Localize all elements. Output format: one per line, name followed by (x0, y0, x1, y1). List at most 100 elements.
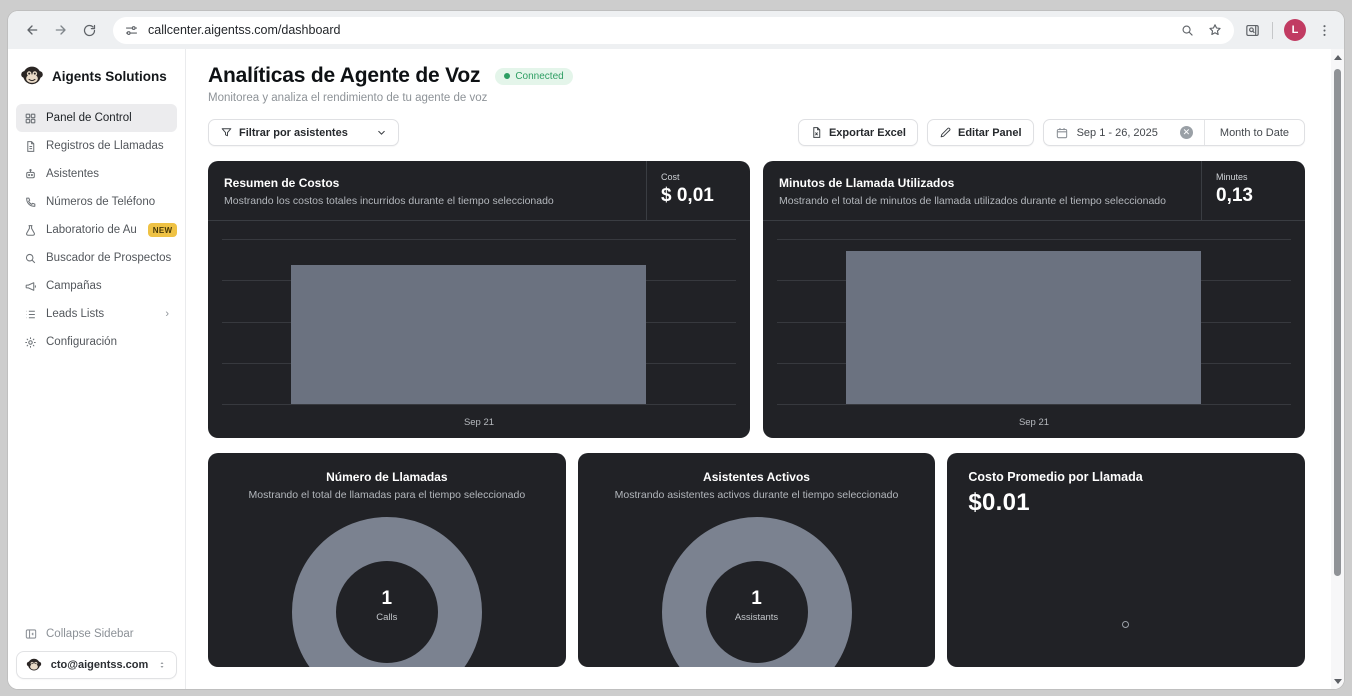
minutes-used-card: Minutos de Llamada Utilizados Mostrando … (763, 161, 1305, 438)
chevron-down-icon (376, 127, 387, 138)
browser-window: callcenter.aigentss.com/dashboard L Aige… (8, 11, 1344, 689)
filter-assistants-dropdown[interactable]: Filtrar por asistentes (208, 119, 399, 146)
scrollbar-up-arrow-icon[interactable] (1334, 55, 1342, 60)
status-dot-icon (504, 73, 510, 79)
page-scrollbar[interactable] (1331, 49, 1344, 689)
avg-cost-title: Costo Promedio por Llamada (968, 470, 1284, 484)
scrollbar-down-arrow-icon[interactable] (1334, 679, 1342, 684)
sidebar-item-label: Panel de Control (46, 112, 132, 124)
calls-value: 1 (382, 588, 393, 610)
minutes-x-axis-label: Sep 21 (763, 417, 1305, 428)
assistants-donut-center: 1 Assistants (662, 517, 852, 667)
clear-date-button[interactable]: ✕ (1180, 126, 1193, 139)
date-range-label: Sep 1 - 26, 2025 (1077, 127, 1158, 139)
gridline (222, 404, 736, 405)
sidebar-item-configuracion[interactable]: Configuración (16, 328, 177, 356)
avg-cost-value: $0.01 (968, 489, 1284, 517)
account-switcher[interactable]: cto@aigentss.com (16, 651, 177, 679)
document-icon (24, 140, 37, 153)
cost-stat-label: Cost (661, 172, 736, 182)
assistants-card-subtitle: Mostrando asistentes activos durante el … (578, 489, 936, 501)
avg-cost-data-point (1122, 621, 1129, 628)
forward-button[interactable] (47, 17, 74, 44)
export-excel-label: Exportar Excel (829, 127, 906, 139)
megaphone-icon (24, 280, 37, 293)
date-range-control: Sep 1 - 26, 2025 ✕ Month to Date (1043, 119, 1305, 146)
cost-card-title: Resumen de Costos (224, 176, 630, 190)
cost-bar-chart[interactable]: Sep 21 (208, 221, 750, 438)
account-email: cto@aigentss.com (49, 659, 150, 671)
cost-stat-value: $ 0,01 (661, 185, 736, 207)
sidebar-item-label: Configuración (46, 336, 117, 348)
flask-icon (24, 224, 37, 237)
back-button[interactable] (18, 17, 45, 44)
bookmark-star-icon[interactable] (1207, 22, 1223, 38)
scrollbar-thumb[interactable] (1334, 69, 1341, 576)
sidebar-item-laboratorio[interactable]: Laboratorio de Au NEW (16, 216, 177, 244)
zoom-icon[interactable] (1180, 23, 1195, 38)
aigents-monkey-logo-icon (20, 64, 44, 88)
bot-icon (24, 168, 37, 181)
phone-icon (24, 196, 37, 209)
kebab-menu-icon[interactable] (1317, 23, 1332, 38)
browser-toolbar: callcenter.aigentss.com/dashboard L (8, 11, 1344, 49)
page-subtitle: Monitorea y analiza el rendimiento de tu… (208, 92, 1305, 104)
toolbar: Filtrar por asistentes Exportar Excel Ed… (208, 119, 1305, 146)
month-to-date-button[interactable]: Month to Date (1205, 127, 1304, 139)
chevron-right-icon: › (165, 309, 169, 320)
cost-x-axis-label: Sep 21 (208, 417, 750, 428)
sidebar-footer: Collapse Sidebar cto@aigentss.com (16, 625, 177, 679)
brand-name: Aigents Solutions (52, 69, 167, 84)
forward-arrow-icon (53, 22, 69, 38)
collapse-sidebar-button[interactable]: Collapse Sidebar (16, 625, 177, 643)
gridline (777, 404, 1291, 405)
minutes-bar-chart[interactable]: Sep 21 (763, 221, 1305, 438)
reload-button[interactable] (76, 17, 103, 44)
sidebar-item-buscador-de-prospectos[interactable]: Buscador de Prospectos (16, 244, 177, 272)
search-icon (24, 252, 37, 265)
sidebar-item-panel-de-control[interactable]: Panel de Control (16, 104, 177, 132)
sidebar-item-label: Laboratorio de Au (46, 224, 137, 236)
sidebar: Aigents Solutions Panel de Control Regis… (8, 49, 186, 689)
collapse-sidebar-label: Collapse Sidebar (46, 628, 134, 640)
address-bar[interactable]: callcenter.aigentss.com/dashboard (113, 17, 1234, 44)
new-badge: NEW (148, 223, 178, 237)
calls-unit: Calls (376, 612, 397, 623)
profile-avatar[interactable]: L (1284, 19, 1306, 41)
cost-card-subtitle: Mostrando los costos totales incurridos … (224, 195, 630, 207)
cost-card-header: Resumen de Costos Mostrando los costos t… (208, 161, 750, 221)
assistants-unit: Assistants (735, 612, 778, 623)
active-assistants-card: Asistentes Activos Mostrando asistentes … (578, 453, 936, 667)
pencil-icon (939, 126, 952, 139)
side-panel-search-icon[interactable] (1244, 22, 1261, 39)
calls-donut-center: 1 Calls (292, 517, 482, 667)
status-badge-label: Connected (515, 71, 563, 82)
calls-card-subtitle: Mostrando el total de llamadas para el t… (208, 489, 566, 501)
sidebar-item-label: Campañas (46, 280, 102, 292)
sidebar-item-label: Registros de Llamadas (46, 140, 164, 152)
status-badge: Connected (495, 68, 572, 85)
date-range-button[interactable]: Sep 1 - 26, 2025 ✕ (1044, 126, 1204, 140)
gear-icon (24, 336, 37, 349)
sidebar-item-asistentes[interactable]: Asistentes (16, 160, 177, 188)
sidebar-item-numeros-de-telefono[interactable]: Números de Teléfono (16, 188, 177, 216)
minutes-stat-label: Minutes (1216, 172, 1291, 182)
cost-summary-card: Resumen de Costos Mostrando los costos t… (208, 161, 750, 438)
grid-icon (24, 112, 37, 125)
minutes-stat-value: 0,13 (1216, 185, 1291, 207)
site-settings-icon[interactable] (124, 23, 139, 38)
cost-bar[interactable] (291, 265, 646, 404)
gridline (777, 239, 1291, 240)
export-excel-button[interactable]: Exportar Excel (798, 119, 918, 146)
sidebar-item-leads-lists[interactable]: Leads Lists › (16, 300, 177, 328)
url-text[interactable]: callcenter.aigentss.com/dashboard (148, 23, 340, 37)
minutes-bar[interactable] (846, 251, 1201, 404)
filter-dropdown-label: Filtrar por asistentes (239, 127, 348, 139)
minutes-card-title: Minutos de Llamada Utilizados (779, 176, 1185, 190)
sidebar-item-registros-de-llamadas[interactable]: Registros de Llamadas (16, 132, 177, 160)
minutes-card-header: Minutos de Llamada Utilizados Mostrando … (763, 161, 1305, 221)
sidebar-item-campanas[interactable]: Campañas (16, 272, 177, 300)
edit-panel-button[interactable]: Editar Panel (927, 119, 1034, 146)
collapse-panel-icon (24, 627, 38, 641)
assistants-card-title: Asistentes Activos (578, 470, 936, 484)
